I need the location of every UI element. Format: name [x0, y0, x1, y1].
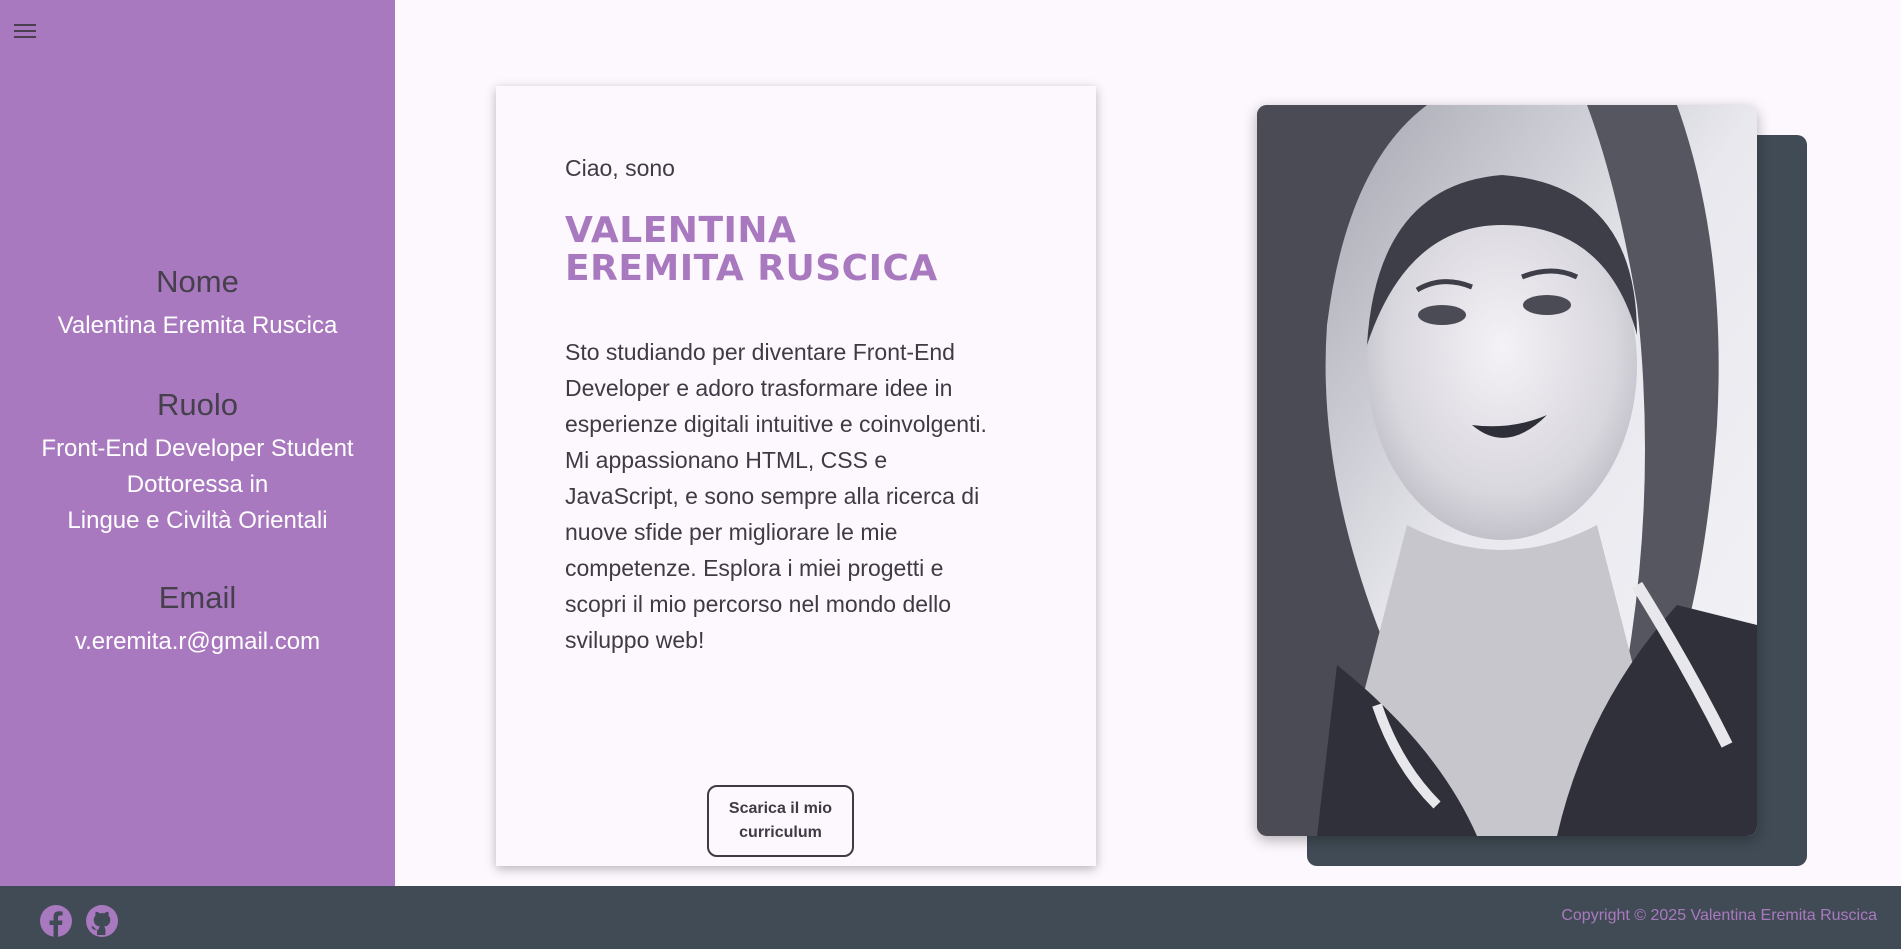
nome-title: Nome	[156, 264, 239, 299]
email-value[interactable]: v.eremita.r@gmail.com	[0, 624, 395, 660]
footer: Copyright © 2025 Valentina Eremita Rusci…	[0, 886, 1901, 949]
ruolo-line: Dottoressa in	[126, 471, 269, 498]
info-email: Email v.eremita.r@gmail.com	[0, 580, 395, 660]
ruolo-value: Front-End Developer Student Dottoressa i…	[0, 431, 395, 539]
ruolo-title: Ruolo	[157, 387, 238, 422]
nome-value: Valentina Eremita Ruscica	[57, 312, 338, 339]
bio-paragraph: Sto studiando per diventare Front-End De…	[565, 339, 987, 653]
hero-name-line: VALENTINA	[565, 210, 797, 251]
facebook-icon[interactable]	[39, 904, 73, 938]
github-icon[interactable]	[85, 904, 119, 938]
hero-name-line: EREMITA RUSCICA	[565, 248, 938, 289]
ruolo-line: Front-End Developer Student	[41, 435, 354, 462]
email-title: Email	[158, 580, 237, 615]
hero-name: VALENTINA EREMITA RUSCICA	[565, 212, 938, 288]
profile-photo	[1257, 105, 1757, 836]
copyright-text: Copyright © 2025 Valentina Eremita Rusci…	[1561, 907, 1877, 924]
info-nome: Nome Valentina Eremita Ruscica	[0, 264, 395, 344]
greeting: Ciao, sono	[565, 155, 675, 181]
info-ruolo: Ruolo Front-End Developer Student Dottor…	[0, 387, 395, 539]
hamburger-menu-icon[interactable]	[14, 20, 42, 48]
sidebar: Nome Valentina Eremita Ruscica Ruolo Fro…	[0, 0, 395, 886]
ruolo-line: Lingue e Civiltà Orientali	[67, 507, 328, 534]
download-cv-button[interactable]: Scarica il mio curriculum	[707, 785, 854, 857]
intro-card: Ciao, sono VALENTINA EREMITA RUSCICA Sto…	[496, 86, 1096, 866]
